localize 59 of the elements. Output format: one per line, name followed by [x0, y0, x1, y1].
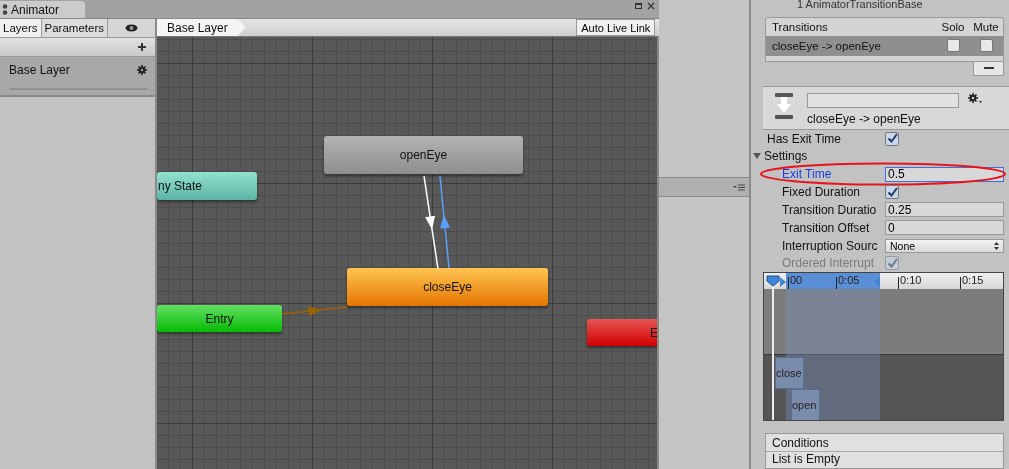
number-field[interactable]: 0.5: [885, 166, 1004, 182]
checkbox[interactable]: [885, 185, 899, 200]
close-icon[interactable]: [647, 2, 656, 10]
transition-icon: [775, 92, 793, 119]
field-label: Fixed Duration: [781, 185, 862, 200]
eye-icon[interactable]: [125, 24, 138, 32]
state-node[interactable]: Entry: [157, 305, 282, 332]
settings-icon[interactable]: [968, 92, 982, 104]
state-node[interactable]: openEye: [324, 136, 523, 174]
field-label: Interruption Sourc: [781, 238, 879, 253]
state-node[interactable]: ny State: [157, 172, 257, 200]
minus-icon: [983, 67, 994, 70]
column-header: Mute: [972, 20, 1000, 33]
transition-name: closeEye -> openEye: [772, 39, 882, 52]
transition-timeline[interactable]: 00 0:05 0:10 0:15 close open: [763, 272, 1004, 421]
field-label: Has Exit Time: [766, 131, 842, 146]
inspector-header: 1 AnimatorTransitionBase: [796, 0, 924, 12]
window-tab[interactable]: Animator: [0, 1, 85, 18]
number-field[interactable]: 0: [885, 220, 1004, 236]
field-label: Transition Offset: [781, 220, 871, 235]
column-header: Transitions: [772, 20, 829, 33]
transition-row[interactable]: closeEye -> openEye: [766, 35, 1003, 56]
plus-icon[interactable]: [138, 43, 146, 51]
tick-label: 0:05: [838, 274, 860, 287]
checkbox[interactable]: [885, 131, 899, 146]
transition-title: closeEye -> openEye: [807, 111, 922, 126]
end-marker[interactable]: [874, 277, 880, 288]
conditions-empty-text: List is Empty: [771, 452, 841, 468]
layer-item[interactable]: Base Layer: [0, 57, 155, 97]
field-label: Transition Duratio: [781, 202, 878, 217]
state-node[interactable]: closeEye: [347, 268, 548, 306]
breadcrumb[interactable]: Base Layer: [157, 19, 246, 36]
state-node[interactable]: E: [587, 319, 658, 346]
panel-tab[interactable]: Parameters: [41, 19, 108, 37]
mute-checkbox[interactable]: [979, 39, 993, 53]
field-label: Ordered Interrupt: [781, 256, 876, 271]
updown-arrows-icon: [994, 241, 999, 250]
triangle-icon: [753, 152, 761, 161]
layer-name: Base Layer: [9, 63, 70, 77]
number-field[interactable]: 0.25: [885, 202, 1004, 218]
tick-label: 00: [790, 274, 803, 287]
gear-icon[interactable]: [137, 65, 147, 75]
panel-tab[interactable]: Layers: [0, 19, 42, 37]
name-field[interactable]: [807, 92, 959, 108]
solo-checkbox[interactable]: [946, 39, 960, 53]
animator-icon: [2, 3, 8, 16]
tick-label: 0:10: [900, 274, 922, 287]
field-label: Exit Time: [781, 167, 833, 182]
clip-bar[interactable]: close: [775, 357, 804, 390]
clip-bar[interactable]: open: [791, 389, 820, 420]
column-header: Solo: [940, 20, 966, 33]
dropdown[interactable]: None: [885, 238, 1004, 253]
graph-canvas[interactable]: openEye ny State closeEye Entry E: [157, 37, 660, 469]
conditions-header: Conditions: [766, 434, 1003, 452]
tick-label: 0:15: [962, 274, 984, 287]
settings-foldout[interactable]: Settings: [753, 149, 808, 164]
menu-icon[interactable]: [733, 183, 745, 191]
maximize-icon[interactable]: [635, 3, 643, 9]
auto-live-link-button[interactable]: Auto Live Link: [576, 19, 656, 36]
